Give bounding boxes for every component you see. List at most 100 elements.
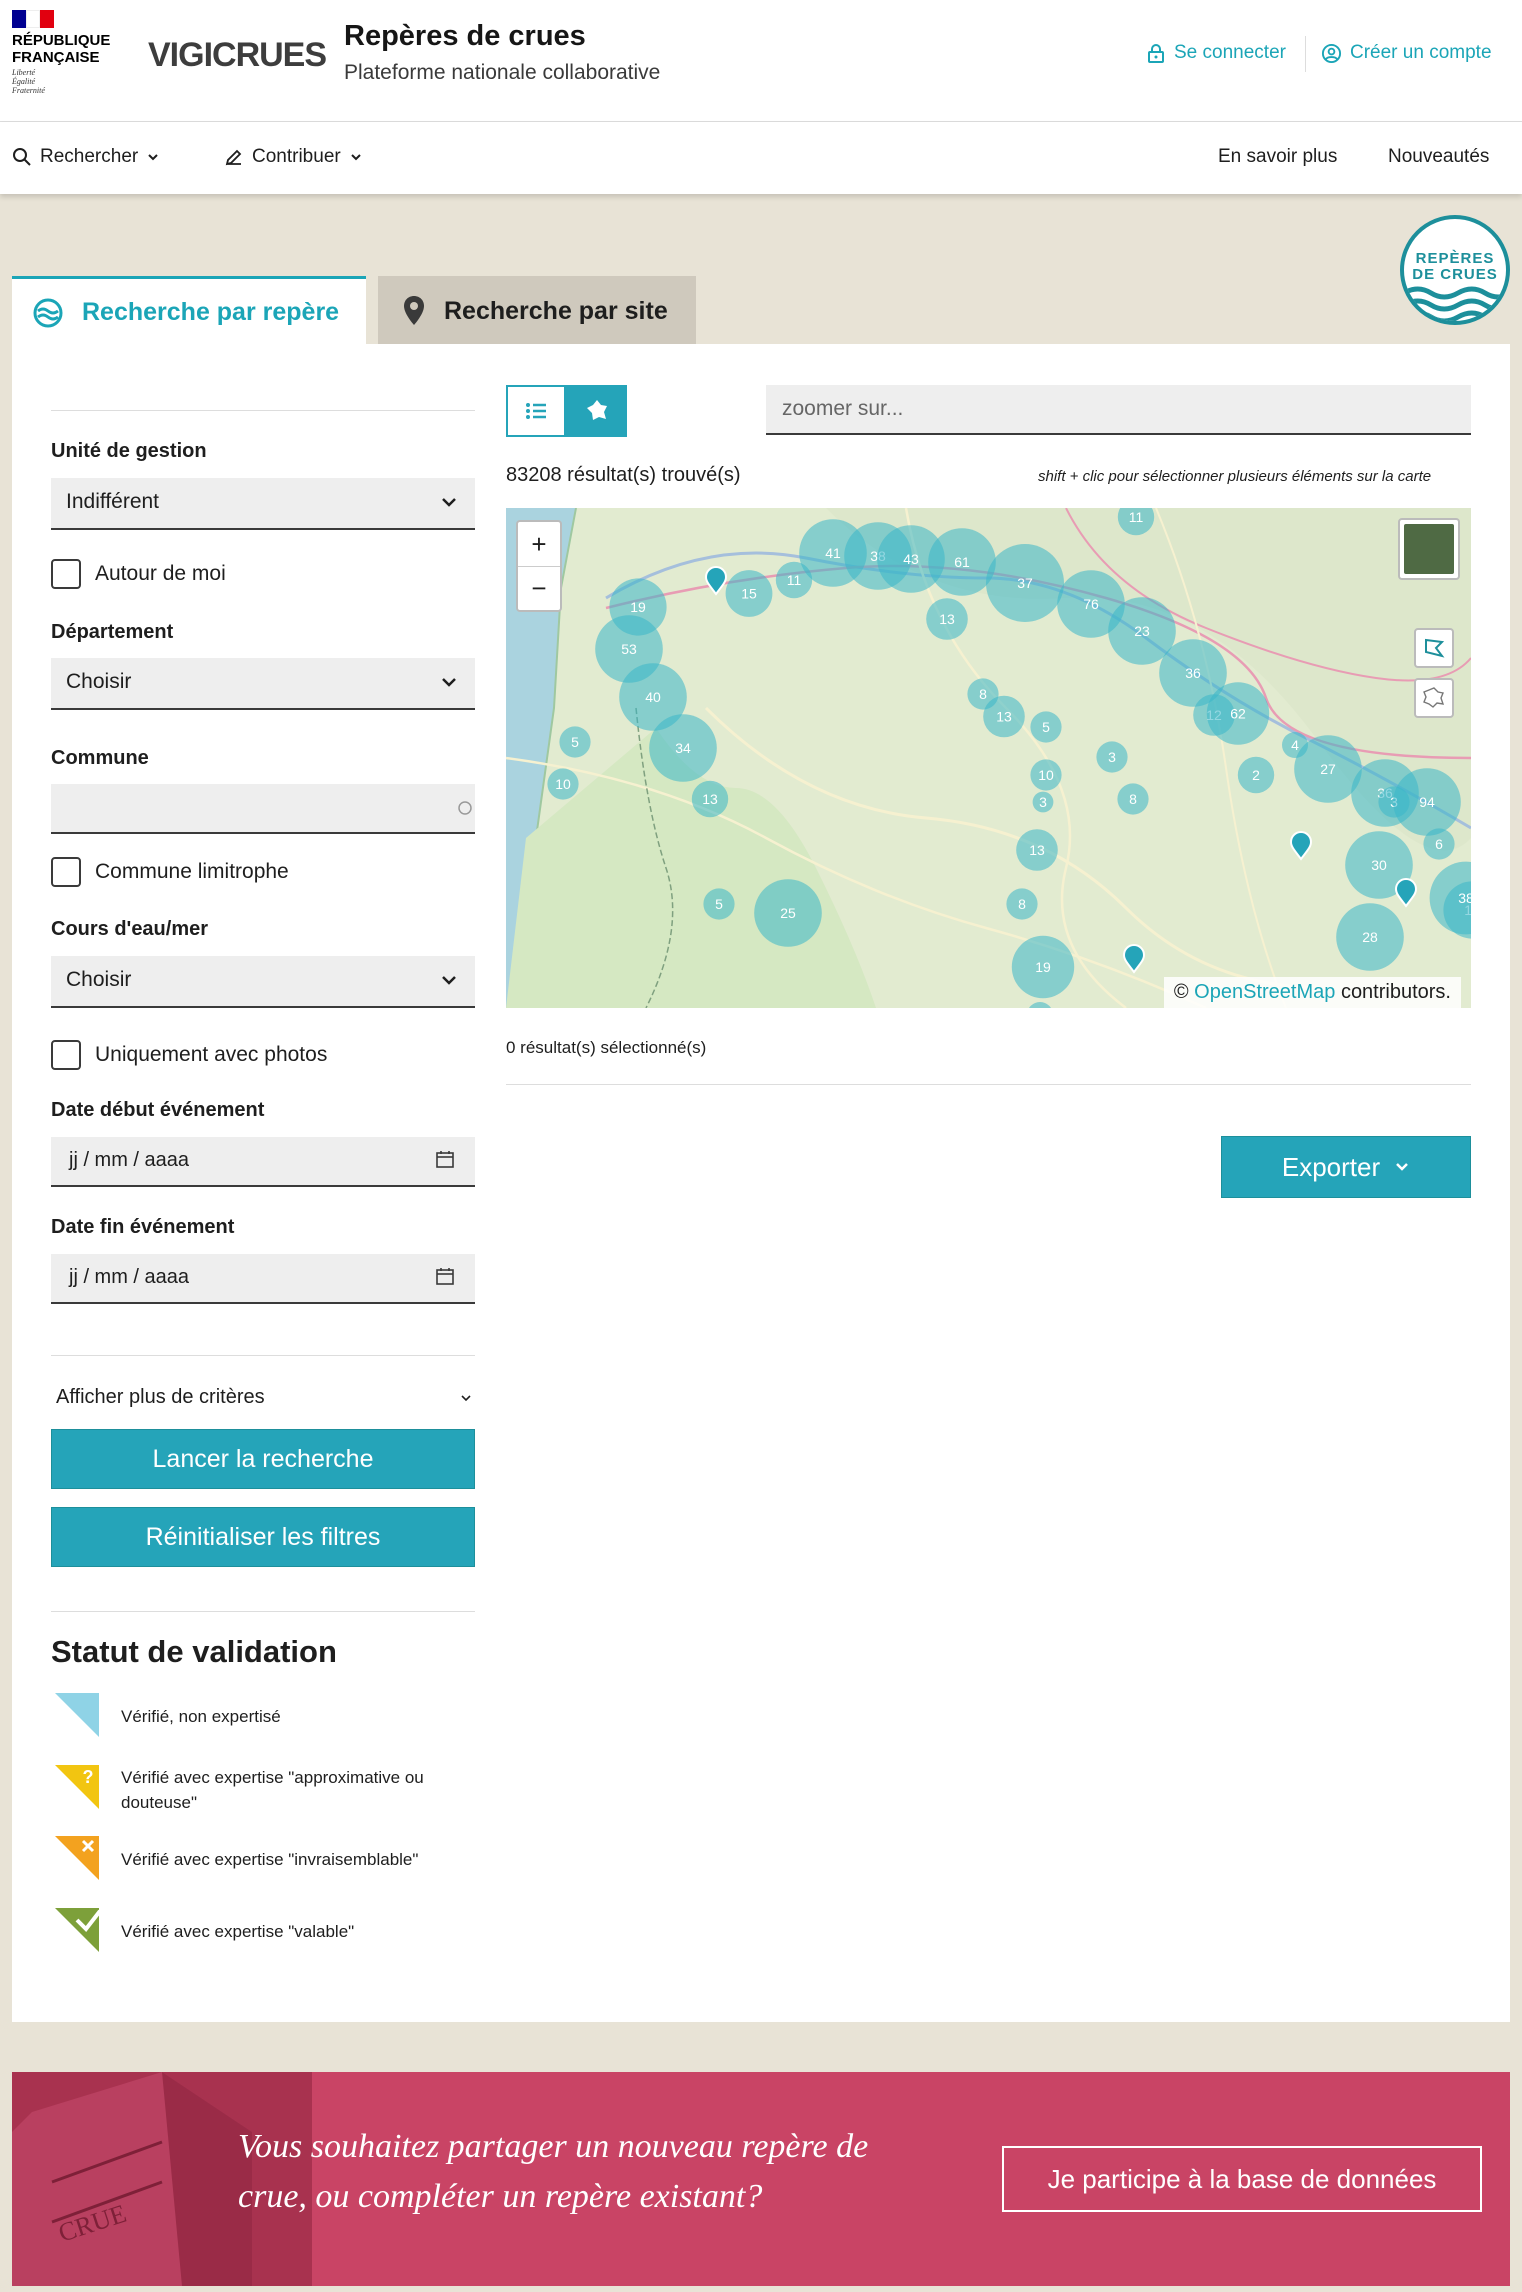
login-label: Se connecter <box>1174 42 1286 63</box>
map-cluster[interactable]: 6 <box>1423 828 1455 860</box>
map-marker-icon[interactable] <box>1289 831 1313 861</box>
commune-label: Commune <box>51 747 149 769</box>
management-unit-select[interactable]: Indifférent <box>51 478 475 530</box>
map-cluster[interactable]: 25 <box>754 879 822 947</box>
cluster-count: 10 <box>1038 767 1054 783</box>
calendar-icon[interactable] <box>435 1266 455 1286</box>
legend-divider <box>51 1611 475 1612</box>
checkbox-box[interactable] <box>51 1040 81 1070</box>
calendar-icon[interactable] <box>435 1149 455 1169</box>
map-cluster[interactable]: 8 <box>1117 783 1149 815</box>
results-map[interactable]: 1141384361191511377613532336401262813534… <box>506 508 1471 1008</box>
banner-text: Vous souhaitez partager un nouveau repèr… <box>238 2128 869 2215</box>
nav-contribute[interactable]: Contribuer <box>224 146 363 168</box>
map-marker-icon[interactable] <box>1394 878 1418 908</box>
map-cluster[interactable]: 13 <box>1016 829 1058 871</box>
cluster-count: 19 <box>1035 959 1051 975</box>
waterway-label: Cours d'eau/mer <box>51 918 209 940</box>
map-cluster[interactable]: 11 <box>775 561 813 599</box>
criteria-divider <box>51 1355 475 1356</box>
map-cluster[interactable]: 62 <box>1206 682 1270 745</box>
department-select[interactable]: Choisir <box>51 658 475 710</box>
zoom-control: + − <box>516 520 562 612</box>
map-cluster[interactable]: 5 <box>703 888 735 920</box>
osm-link[interactable]: OpenStreetMap <box>1194 981 1335 1003</box>
list-view-toggle[interactable] <box>506 385 566 437</box>
map-cluster[interactable]: 37 <box>986 544 1064 622</box>
start-date-input[interactable]: jj / mm / aaaa <box>51 1137 475 1187</box>
draw-polygon-button[interactable] <box>1414 628 1454 668</box>
map-cluster[interactable]: 34 <box>649 714 717 782</box>
map-cluster[interactable]: 5 <box>559 726 591 758</box>
map-cluster[interactable]: 10 <box>1030 759 1062 791</box>
map-cluster[interactable]: 19 <box>1011 935 1075 999</box>
marianne-flag-icon <box>12 10 56 28</box>
map-view-toggle[interactable] <box>566 385 627 437</box>
france-map-icon <box>1423 687 1445 708</box>
map-cluster[interactable]: 9 <box>1027 1002 1053 1008</box>
around-me-checkbox[interactable]: Autour de moi <box>51 559 226 589</box>
site-subtitle: Plateforme nationale collaborative <box>344 61 661 84</box>
nav-learn-more[interactable]: En savoir plus <box>1218 146 1337 168</box>
tab-search-by-mark[interactable]: Recherche par repère <box>12 276 366 346</box>
map-cluster[interactable]: 13 <box>926 598 968 640</box>
flood-mark-icon <box>33 298 63 327</box>
cluster-count: 28 <box>1362 929 1378 945</box>
signup-link[interactable]: Créer un compte <box>1321 42 1492 64</box>
checkbox-box[interactable] <box>51 857 81 887</box>
map-cluster[interactable]: 38 <box>1429 861 1471 935</box>
map-cluster[interactable]: 5 <box>1030 711 1062 743</box>
reset-filters-button[interactable]: Réinitialiser les filtres <box>51 1507 475 1567</box>
chevron-down-icon <box>461 1394 471 1401</box>
cluster-count: 13 <box>702 791 718 807</box>
map-cluster[interactable]: 13 <box>691 780 729 818</box>
cluster-count: 43 <box>903 551 919 567</box>
satellite-layer-button[interactable] <box>1398 518 1460 580</box>
legend-label: Vérifié avec expertise "invraisemblable" <box>121 1850 419 1869</box>
more-criteria-toggle[interactable]: Afficher plus de critères <box>56 1386 472 1409</box>
map-cluster[interactable]: 28 <box>1336 903 1404 971</box>
map-cluster[interactable]: 3 <box>1032 791 1054 813</box>
site-title[interactable]: Repères de crues <box>344 20 586 53</box>
search-button[interactable]: Lancer la recherche <box>51 1429 475 1489</box>
map-cluster[interactable]: 13 <box>983 695 1025 738</box>
waterway-select[interactable]: Choisir <box>51 956 475 1008</box>
nav-search[interactable]: Rechercher <box>12 146 160 168</box>
map-marker-icon[interactable] <box>1122 944 1146 974</box>
france-view-button[interactable] <box>1414 678 1454 718</box>
map-marker-icon[interactable] <box>704 566 728 596</box>
cluster-count: 11 <box>1129 509 1144 525</box>
map-cluster[interactable]: 2 <box>1237 756 1275 794</box>
search-icon <box>13 148 31 166</box>
map-cluster[interactable]: 8 <box>1006 888 1038 920</box>
around-me-label: Autour de moi <box>95 562 226 585</box>
zoom-in-button[interactable]: + <box>518 522 560 567</box>
legend-label: Vérifié avec expertise "valable" <box>121 1922 355 1941</box>
map-cluster[interactable]: 61 <box>928 528 996 596</box>
tab-search-by-site[interactable]: Recherche par site <box>378 276 696 346</box>
map-cluster[interactable]: 94 <box>1393 768 1461 836</box>
export-button[interactable]: Exporter <box>1221 1136 1471 1198</box>
zoom-placeholder: zoomer sur... <box>782 397 904 420</box>
zoom-out-button[interactable]: − <box>518 567 560 612</box>
cluster-count: 15 <box>741 586 757 602</box>
main-nav: Rechercher Contribuer En savoir plus Nou… <box>0 122 1522 194</box>
participate-button[interactable]: Je participe à la base de données <box>1002 2146 1482 2212</box>
login-link[interactable]: Se connecter <box>1146 42 1286 64</box>
commune-input[interactable] <box>51 784 475 834</box>
triangle-green-check-icon <box>55 1908 101 1952</box>
map-cluster[interactable]: 10 <box>547 768 579 800</box>
cluster-count: 8 <box>979 686 987 702</box>
cluster-count: 11 <box>787 572 802 588</box>
map-cluster[interactable]: 15 <box>725 570 773 617</box>
nav-news[interactable]: Nouveautés <box>1388 146 1489 168</box>
vigicrues-logo[interactable]: VIGICRUES <box>148 36 327 75</box>
only-photos-checkbox[interactable]: Uniquement avec photos <box>51 1040 327 1070</box>
checkbox-box[interactable] <box>51 559 81 589</box>
end-date-input[interactable]: jj / mm / aaaa <box>51 1254 475 1304</box>
map-cluster[interactable]: 3 <box>1096 741 1128 773</box>
map-cluster[interactable]: 11 <box>1117 508 1155 536</box>
zoom-search-input[interactable]: zoomer sur... <box>766 385 1471 435</box>
cluster-count: 36 <box>1185 665 1201 681</box>
adjacent-commune-checkbox[interactable]: Commune limitrophe <box>51 857 289 887</box>
